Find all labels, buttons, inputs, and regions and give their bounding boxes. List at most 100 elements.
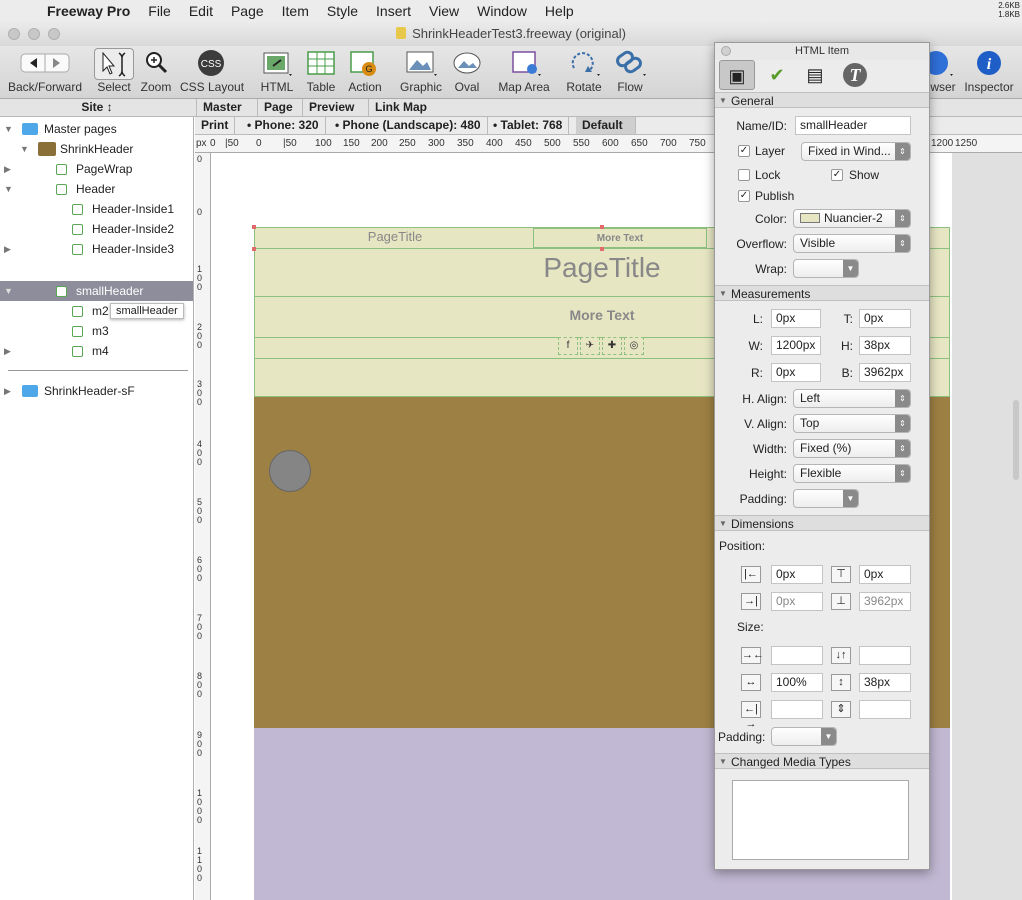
tab-preview[interactable]: Preview	[302, 99, 360, 116]
zoom-tool-button[interactable]: Zoom	[138, 48, 174, 96]
h-align-select[interactable]: Left ⇕	[793, 389, 911, 408]
name-id-field[interactable]: smallHeader	[795, 116, 911, 135]
publish-checkbox[interactable]: ✓	[738, 190, 750, 202]
section-dimensions[interactable]: ▼ Dimensions	[715, 515, 929, 531]
wrap-select[interactable]: ▼	[793, 259, 859, 278]
section-measurements[interactable]: ▼ Measurements	[715, 285, 929, 301]
share-icon[interactable]: ✈	[580, 337, 600, 355]
height-icon[interactable]: ↕	[831, 674, 851, 691]
graphic-tool-button[interactable]: Graphic	[398, 48, 444, 96]
tree-item-shrinkheader[interactable]: ▼ ShrinkHeader	[0, 139, 193, 159]
dimensions-padding-select[interactable]: ▼	[771, 727, 837, 746]
media-phone[interactable]: • Phone: 320	[241, 117, 326, 134]
padding-select[interactable]: ▼	[793, 489, 859, 508]
menu-page[interactable]: Page	[222, 3, 273, 19]
menu-window[interactable]: Window	[468, 3, 536, 19]
minimize-window-button[interactable]	[28, 28, 40, 40]
layer-checkbox[interactable]: ✓	[738, 145, 750, 157]
disclosure-open-icon[interactable]: ▼	[719, 286, 727, 302]
disclosure-closed-icon[interactable]: ▶	[4, 159, 16, 179]
min-width-field[interactable]	[771, 646, 823, 665]
min-height-icon[interactable]: ↓↑	[831, 647, 851, 664]
close-window-button[interactable]	[8, 28, 20, 40]
tree-item-m3[interactable]: m3	[0, 321, 193, 341]
html-item-button[interactable]: HTML	[256, 48, 298, 96]
show-checkbox[interactable]: ✓	[831, 169, 843, 181]
add-icon[interactable]: ✚	[602, 337, 622, 355]
position-bottom-field[interactable]: 3962px	[859, 592, 911, 611]
position-left-field[interactable]: 0px	[771, 565, 823, 584]
facebook-icon[interactable]: f	[558, 337, 578, 355]
menu-file[interactable]: File	[139, 3, 180, 19]
align-right-edge-icon[interactable]: →|	[741, 593, 761, 610]
tab-item-inspector[interactable]: ▣	[719, 60, 755, 90]
overflow-select[interactable]: Visible ⇕	[793, 234, 911, 253]
menu-insert[interactable]: Insert	[367, 3, 420, 19]
disclosure-open-icon[interactable]: ▼	[20, 139, 32, 159]
disclosure-open-icon[interactable]: ▼	[4, 179, 16, 199]
top-field[interactable]: 0px	[859, 309, 911, 328]
css-layout-button[interactable]: CSS CSS Layout	[180, 48, 244, 96]
max-width-icon[interactable]: ←|→	[741, 701, 761, 730]
media-tablet[interactable]: • Tablet: 768	[487, 117, 570, 134]
menu-help[interactable]: Help	[536, 3, 583, 19]
position-top-field[interactable]: 0px	[859, 565, 911, 584]
v-align-select[interactable]: Top ⇕	[793, 414, 911, 433]
align-left-edge-icon[interactable]: |←	[741, 566, 761, 583]
tab-master[interactable]: Master	[196, 99, 248, 116]
inspector-close-button[interactable]	[721, 46, 731, 56]
disclosure-open-icon[interactable]: ▼	[719, 93, 727, 109]
min-height-field[interactable]	[859, 646, 911, 665]
size-height-field[interactable]: 38px	[859, 673, 911, 692]
tab-page[interactable]: Page	[257, 99, 299, 116]
size-width-field[interactable]: 100%	[771, 673, 823, 692]
map-area-button[interactable]: Map Area	[496, 48, 552, 96]
lock-checkbox[interactable]	[738, 169, 750, 181]
width-field[interactable]: 1200px	[771, 336, 821, 355]
tree-item-header[interactable]: ▼ Header	[0, 179, 193, 199]
max-height-icon[interactable]: ⇕	[831, 701, 851, 718]
align-top-edge-icon[interactable]: ⊤	[831, 566, 851, 583]
media-print[interactable]: Print	[195, 117, 236, 134]
tree-item-m4[interactable]: ▶ m4	[0, 341, 193, 361]
left-field[interactable]: 0px	[771, 309, 821, 328]
media-phone-landscape[interactable]: • Phone (Landscape): 480	[329, 117, 488, 134]
bottom-field[interactable]: 3962px	[859, 363, 911, 382]
target-icon[interactable]: ◎	[624, 337, 644, 355]
table-tool-button[interactable]: Table	[302, 48, 340, 96]
tree-item-shrinkheader-sf[interactable]: ▶ ShrinkHeader-sF	[0, 381, 193, 401]
selection-handle[interactable]	[600, 247, 604, 251]
disclosure-open-icon[interactable]: ▼	[4, 119, 16, 139]
min-width-icon[interactable]: →←	[741, 647, 764, 664]
disclosure-open-icon[interactable]: ▼	[719, 754, 727, 770]
app-menu[interactable]: Freeway Pro	[38, 3, 139, 19]
position-right-field[interactable]: 0px	[771, 592, 823, 611]
max-height-field[interactable]	[859, 700, 911, 719]
menu-style[interactable]: Style	[318, 3, 367, 19]
disclosure-closed-icon[interactable]: ▶	[4, 239, 16, 259]
max-width-field[interactable]	[771, 700, 823, 719]
menu-edit[interactable]: Edit	[180, 3, 222, 19]
layer-select[interactable]: Fixed in Wind... ⇕	[801, 142, 911, 161]
tab-page-inspector[interactable]: ▤	[797, 60, 833, 90]
tree-item-header-inside1[interactable]: Header-Inside1	[0, 199, 193, 219]
tree-item-smallheader[interactable]: ▼ smallHeader	[0, 281, 193, 301]
menu-view[interactable]: View	[420, 3, 468, 19]
tab-extended[interactable]: ✔	[759, 60, 795, 90]
tab-text-inspector[interactable]: T	[837, 60, 873, 90]
site-column-header[interactable]: Site ↕	[0, 99, 194, 116]
tab-link-map[interactable]: Link Map	[368, 99, 433, 116]
media-default[interactable]: Default	[576, 117, 636, 134]
select-tool-button[interactable]: Select	[94, 48, 134, 96]
tree-item-pagewrap[interactable]: ▶ PageWrap	[0, 159, 193, 179]
align-bottom-edge-icon[interactable]: ⊥	[831, 593, 851, 610]
tree-item-master-pages[interactable]: ▼ Master pages	[0, 119, 193, 139]
section-changed-media-types[interactable]: ▼ Changed Media Types	[715, 753, 929, 769]
width-icon[interactable]: ↔	[741, 674, 761, 691]
back-forward-button[interactable]: Back/Forward	[8, 48, 82, 96]
height-field[interactable]: 38px	[859, 336, 911, 355]
disclosure-open-icon[interactable]: ▼	[4, 281, 16, 301]
oval-tool-button[interactable]: Oval	[448, 48, 486, 96]
disclosure-closed-icon[interactable]: ▶	[4, 381, 16, 401]
rotate-tool-button[interactable]: Rotate	[562, 48, 606, 96]
